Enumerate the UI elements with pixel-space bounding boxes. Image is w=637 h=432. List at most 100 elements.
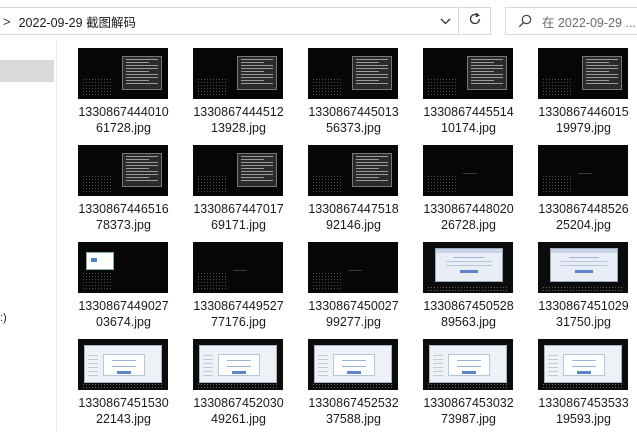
file-item[interactable]: 1330867449527 77176.jpg (181, 240, 289, 330)
file-name-line2: 25204.jpg (556, 218, 611, 232)
file-name-line2: 99277.jpg (326, 315, 381, 329)
file-item[interactable]: 1330867451530 22143.jpg (66, 337, 174, 427)
file-thumbnail (78, 145, 168, 196)
file-name-line2: 03674.jpg (96, 315, 151, 329)
file-name-line1: 1330867445514 (423, 105, 514, 119)
file-name-line1: 1330867445013 (308, 105, 399, 119)
file-thumbnail (538, 242, 628, 293)
file-name-line2: 10174.jpg (441, 121, 496, 135)
file-item[interactable]: 1330867444512 13928.jpg (181, 46, 289, 136)
file-name-line2: 13928.jpg (211, 121, 266, 135)
file-name-line1: 1330867449527 (193, 299, 284, 313)
file-name: 1330867451029 31750.jpg (526, 298, 637, 330)
file-name: 1330867446516 78373.jpg (66, 201, 181, 233)
file-name-line1: 1330867450027 (308, 299, 399, 313)
file-item[interactable]: 1330867449027 03674.jpg (66, 240, 174, 330)
file-thumbnail (423, 48, 513, 99)
file-thumbnail (193, 339, 283, 390)
file-name-line1: 1330867452532 (308, 396, 399, 410)
file-thumbnail (308, 339, 398, 390)
file-thumbnail (193, 242, 283, 293)
file-name-line1: 1330867452030 (193, 396, 284, 410)
file-thumbnail (78, 339, 168, 390)
refresh-button[interactable] (460, 7, 491, 35)
file-name-line1: 1330867448526 (538, 202, 629, 216)
file-item[interactable]: 1330867453533 19593.jpg (526, 337, 634, 427)
search-input[interactable]: 在 2022-09-29 ... (505, 7, 637, 35)
file-name: 1330867452532 37588.jpg (296, 395, 411, 427)
file-thumbnail (78, 242, 168, 293)
file-thumbnail (308, 145, 398, 196)
file-item[interactable]: 1330867452030 49261.jpg (181, 337, 289, 427)
file-name-line1: 1330867446516 (78, 202, 169, 216)
file-thumbnail (423, 242, 513, 293)
file-item[interactable]: 1330867445514 10174.jpg (411, 46, 519, 136)
file-item[interactable]: 1330867450027 99277.jpg (296, 240, 404, 330)
navigation-pane: :) (0, 40, 56, 432)
file-name: 1330867450528 89563.jpg (411, 298, 526, 330)
file-name-line2: 49261.jpg (211, 412, 266, 426)
file-name-line2: 19979.jpg (556, 121, 611, 135)
file-thumbnail (538, 339, 628, 390)
file-thumbnail (193, 48, 283, 99)
file-name-line1: 1330867446015 (538, 105, 629, 119)
file-name-line1: 1330867444010 (78, 105, 169, 119)
file-name-line2: 61728.jpg (96, 121, 151, 135)
address-history-dropdown[interactable] (436, 12, 454, 30)
breadcrumb-current-folder[interactable]: 2022-09-29 截图解码 (19, 12, 136, 31)
file-name-line2: 92146.jpg (326, 218, 381, 232)
file-thumbnail (308, 242, 398, 293)
file-name-line1: 1330867453032 (423, 396, 514, 410)
address-bar[interactable]: > 2022-09-29 截图解码 (0, 7, 459, 35)
chevron-down-icon (440, 12, 451, 30)
file-name: 1330867444512 13928.jpg (181, 104, 296, 136)
file-name-line2: 22143.jpg (96, 412, 151, 426)
file-name-line2: 37588.jpg (326, 412, 381, 426)
file-item[interactable]: 1330867445013 56373.jpg (296, 46, 404, 136)
file-name: 1330867453533 19593.jpg (526, 395, 637, 427)
file-thumbnail (538, 48, 628, 99)
file-item[interactable]: 1330867447518 92146.jpg (296, 143, 404, 233)
file-item[interactable]: 1330867446516 78373.jpg (66, 143, 174, 233)
file-name: 1330867449527 77176.jpg (181, 298, 296, 330)
file-item[interactable]: 1330867450528 89563.jpg (411, 240, 519, 330)
file-name: 1330867448526 25204.jpg (526, 201, 637, 233)
file-name-line2: 56373.jpg (326, 121, 381, 135)
file-thumbnail (193, 145, 283, 196)
file-item[interactable]: 1330867448526 25204.jpg (526, 143, 634, 233)
file-item[interactable]: 1330867451029 31750.jpg (526, 240, 634, 330)
file-name-line1: 1330867450528 (423, 299, 514, 313)
file-name-line1: 1330867453533 (538, 396, 629, 410)
search-placeholder: 在 2022-09-29 ... (542, 15, 636, 30)
pane-divider[interactable] (56, 40, 57, 432)
file-name-line1: 1330867448020 (423, 202, 514, 216)
file-name-line1: 1330867449027 (78, 299, 169, 313)
file-item[interactable]: 1330867453032 73987.jpg (411, 337, 519, 427)
file-name: 1330867451530 22143.jpg (66, 395, 181, 427)
file-thumbnail (423, 145, 513, 196)
file-name-line2: 19593.jpg (556, 412, 611, 426)
file-item[interactable]: 1330867447017 69171.jpg (181, 143, 289, 233)
file-name-line2: 31750.jpg (556, 315, 611, 329)
file-name: 1330867449027 03674.jpg (66, 298, 181, 330)
breadcrumb-separator[interactable]: > (3, 14, 11, 29)
file-item[interactable]: 1330867452532 37588.jpg (296, 337, 404, 427)
file-name-line2: 89563.jpg (441, 315, 496, 329)
search-icon (516, 12, 534, 30)
file-item[interactable]: 1330867444010 61728.jpg (66, 46, 174, 136)
file-name: 1330867452030 49261.jpg (181, 395, 296, 427)
nav-selected-item[interactable] (0, 60, 54, 82)
file-name-line2: 26728.jpg (441, 218, 496, 232)
file-name-line2: 73987.jpg (441, 412, 496, 426)
file-thumbnail (308, 48, 398, 99)
file-name-line1: 1330867447017 (193, 202, 284, 216)
file-name-line2: 69171.jpg (211, 218, 266, 232)
file-name: 1330867447518 92146.jpg (296, 201, 411, 233)
file-name-line2: 78373.jpg (96, 218, 151, 232)
file-item[interactable]: 1330867448020 26728.jpg (411, 143, 519, 233)
nav-drive-label[interactable]: :) (0, 312, 7, 324)
file-name: 1330867444010 61728.jpg (66, 104, 181, 136)
file-name: 1330867445514 10174.jpg (411, 104, 526, 136)
file-item[interactable]: 1330867446015 19979.jpg (526, 46, 634, 136)
file-name: 1330867445013 56373.jpg (296, 104, 411, 136)
